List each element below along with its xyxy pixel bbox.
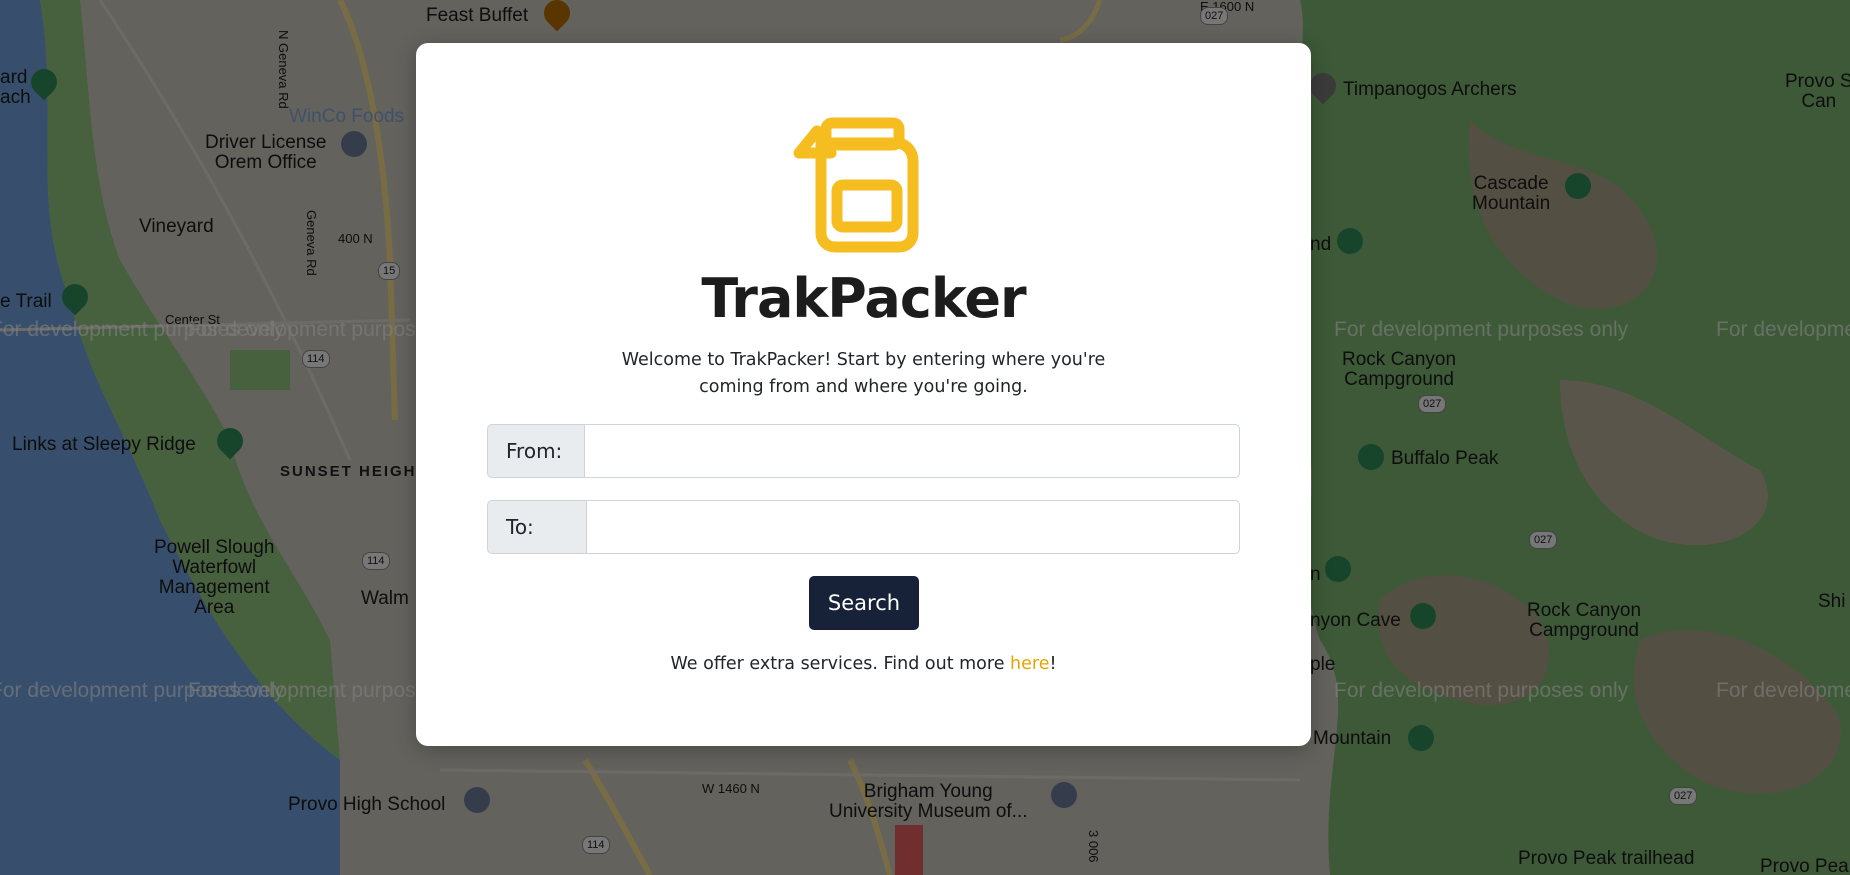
extra-services-prefix: We offer extra services. Find out more — [670, 654, 1011, 674]
welcome-modal: TrakPacker Welcome to TrakPacker! Start … — [416, 43, 1311, 746]
here-link[interactable]: here — [1010, 654, 1049, 674]
to-input[interactable] — [586, 500, 1240, 554]
to-input-group: To: — [487, 500, 1240, 554]
from-input[interactable] — [584, 424, 1240, 478]
search-button[interactable]: Search — [809, 576, 919, 630]
from-input-group: From: — [487, 424, 1240, 478]
from-label: From: — [487, 424, 584, 478]
to-label: To: — [487, 500, 586, 554]
app-title: TrakPacker — [701, 267, 1026, 330]
welcome-text: Welcome to TrakPacker! Start by entering… — [621, 350, 1106, 397]
backpack-logo-icon — [793, 117, 919, 253]
extra-services-suffix: ! — [1049, 654, 1057, 674]
extra-services-text: We offer extra services. Find out more h… — [416, 654, 1311, 674]
